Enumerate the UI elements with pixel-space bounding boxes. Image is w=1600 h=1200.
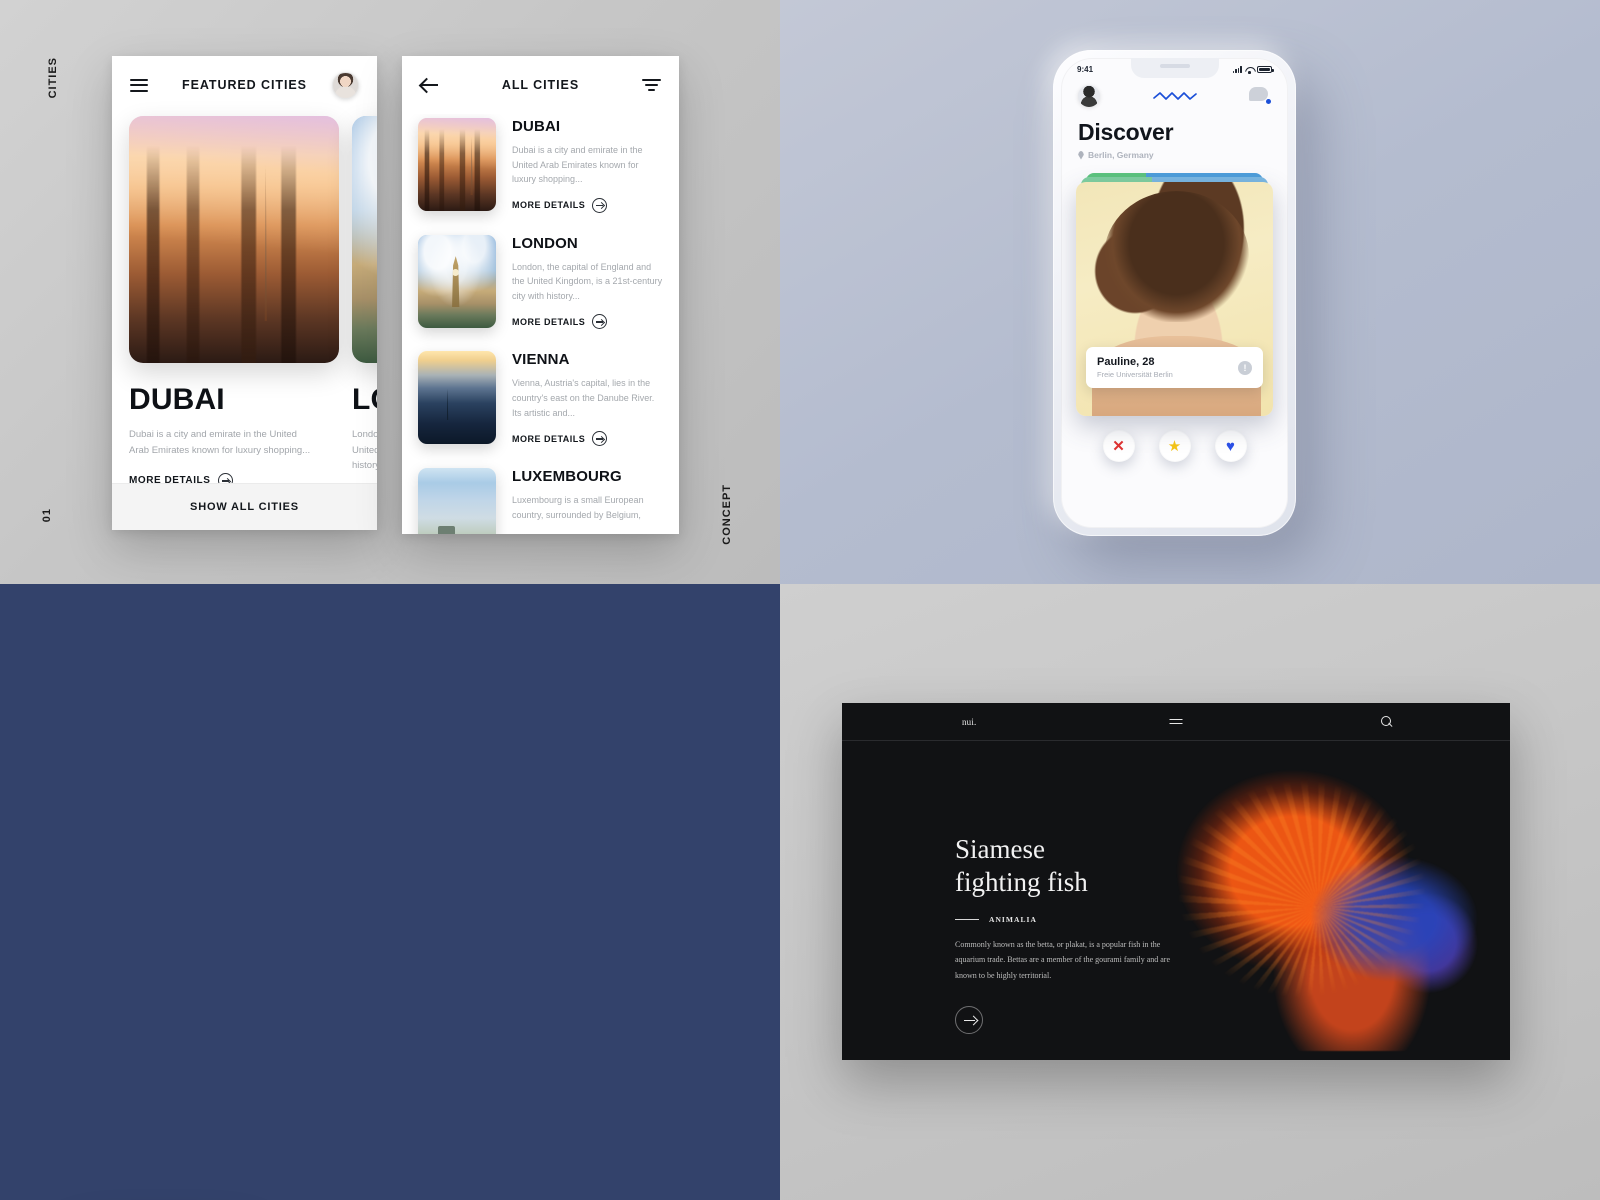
featured-appbar: FEATURED CITIES [112, 56, 377, 114]
status-time: 9:41 [1077, 65, 1094, 74]
big-ben-shape [452, 256, 460, 308]
profile-subtitle: Freie Universität Berlin [1097, 370, 1173, 379]
city-name: LONDON [512, 234, 578, 252]
filter-icon[interactable] [642, 76, 661, 94]
arrow-right-icon[interactable] [955, 1005, 983, 1034]
battery-icon [1257, 65, 1274, 74]
city-name: DUBAI [129, 383, 225, 416]
quadrant-cities-app: CITIES 01 CONCEPT FEATURED CITIES DUBAI [0, 0, 780, 584]
wifi-icon [1245, 66, 1254, 74]
location-pin-icon [1078, 150, 1084, 160]
quadrant-choice-app: 9:41 What are you looking for? Hang Out … [0, 584, 780, 1200]
like-button[interactable]: ♥ [1214, 430, 1247, 462]
more-details-button[interactable]: MORE DETAILS [512, 197, 663, 213]
hamburger-icon[interactable] [130, 75, 148, 95]
city-thumbnail [418, 351, 496, 445]
dubai-photo [129, 116, 339, 363]
wave-logo-icon [1152, 92, 1197, 100]
dubai-photo [418, 118, 496, 211]
site-navbar: nui. [842, 703, 1510, 741]
back-arrow-icon[interactable] [420, 75, 440, 95]
site-heading-line-1: Siamese [955, 834, 1045, 864]
more-details-label: MORE DETAILS [512, 200, 586, 211]
hair-shape [1103, 191, 1250, 323]
list-item[interactable]: DUBAI Dubai is a city and emirate in the… [418, 118, 663, 213]
site-logo[interactable]: nui. [962, 717, 976, 727]
info-badge-icon[interactable] [1238, 360, 1252, 375]
reject-button[interactable]: ✕ [1102, 430, 1135, 462]
more-details-label: MORE DETAILS [512, 433, 586, 444]
featured-cities-screen: FEATURED CITIES DUBAI Dubai is a city an… [112, 56, 377, 530]
cellular-icon [1232, 66, 1242, 73]
label-cities: CITIES [47, 57, 59, 99]
city-thumbnail [418, 468, 496, 534]
city-description: London, the capital of England and the U… [352, 429, 377, 472]
more-details-button[interactable]: MORE DETAILS [512, 314, 663, 330]
kicker-rule [955, 918, 979, 920]
profile-name: Pauline, 28 [1097, 356, 1155, 368]
list-item[interactable]: VIENNA Vienna, Austria's capital, lies i… [418, 351, 663, 447]
vienna-photo [418, 351, 496, 445]
city-name: VIENNA [512, 351, 570, 369]
discover-nav [1061, 74, 1288, 107]
all-cities-appbar: ALL CITIES [402, 56, 679, 114]
more-details-label: MORE DETAILS [512, 316, 586, 327]
arrow-right-icon [592, 431, 608, 447]
burj-khalifa-shape [470, 136, 473, 196]
location-label: Berlin, Germany [1088, 150, 1154, 160]
site-paragraph: Commonly known as the betta, or plakat, … [955, 939, 1171, 981]
show-all-cities-button[interactable]: SHOW ALL CITIES [112, 483, 377, 530]
poster-canvas: CITIES 01 CONCEPT FEATURED CITIES DUBAI [0, 0, 1600, 1200]
city-thumbnail [418, 118, 496, 211]
hero-card-dubai[interactable] [129, 116, 339, 363]
city-description: Dubai is a city and emirate in the Unite… [129, 429, 311, 456]
hamburger-icon[interactable] [1169, 716, 1183, 727]
city-name: LUXEMBOURG [512, 468, 622, 486]
city-name: LONDON [352, 383, 377, 416]
profile-photo-card[interactable]: Pauline, 28 Freie Universität Berlin [1076, 182, 1273, 416]
user-avatar[interactable] [332, 71, 359, 99]
arrow-right-icon [592, 197, 608, 213]
arrow-right-icon [592, 314, 608, 330]
all-cities-screen: ALL CITIES DUBAI Dubai is a city and emi… [402, 56, 679, 534]
london-photo [418, 234, 496, 328]
city-name: DUBAI [512, 118, 561, 135]
more-details-button[interactable]: MORE DETAILS [512, 431, 663, 447]
search-icon[interactable] [1381, 716, 1392, 727]
city-description: Vienna, Austria's capital, lies in the c… [512, 378, 655, 418]
site-heading-line-2: fighting fish [955, 866, 1088, 897]
featured-carousel[interactable] [112, 116, 377, 371]
profile-card-stack[interactable]: Pauline, 28 Freie Universität Berlin [1076, 173, 1273, 416]
city-description: Dubai is a city and emirate in the Unite… [512, 145, 643, 185]
profile-avatar-icon[interactable] [1078, 85, 1100, 107]
site-kicker: ANIMALIA [955, 915, 1185, 924]
website-mockup: nui. Siamese fighting fish ANIMALIA Comm… [842, 703, 1510, 1060]
kicker-label: ANIMALIA [989, 914, 1037, 924]
discover-phone-mockup: 9:41 Discover Berlin, Germany Pauline, 2… [1053, 50, 1296, 536]
page-title: Discover [1078, 119, 1174, 145]
action-buttons-row: ✕ ★ ♥ [1061, 430, 1288, 462]
chat-bubble-icon[interactable] [1249, 87, 1271, 105]
city-description: Luxembourg is a small European country, … [512, 495, 644, 520]
label-concept: CONCEPT [721, 484, 733, 545]
cities-list[interactable]: DUBAI Dubai is a city and emirate in the… [402, 114, 679, 534]
city-thumbnail [418, 234, 496, 328]
luxembourg-photo [418, 468, 496, 534]
profile-name-card[interactable]: Pauline, 28 Freie Universität Berlin [1086, 347, 1263, 388]
list-item[interactable]: LUXEMBOURG Luxembourg is a small Europea… [418, 468, 663, 534]
notification-dot [1266, 99, 1271, 104]
burj-khalifa-shape [264, 165, 267, 322]
london-photo [352, 116, 377, 363]
city-description: London, the capital of England and the U… [512, 261, 663, 301]
list-item[interactable]: LONDON London, the capital of England an… [418, 234, 663, 330]
page-title: ALL CITIES [501, 78, 580, 92]
superlike-button[interactable]: ★ [1158, 430, 1191, 462]
location-row: Berlin, Germany [1061, 146, 1288, 160]
hero-card-london[interactable] [352, 116, 377, 363]
label-number: 01 [41, 508, 53, 523]
phone-notch [1130, 58, 1219, 78]
site-heading: Siamese fighting fish [955, 833, 1185, 899]
